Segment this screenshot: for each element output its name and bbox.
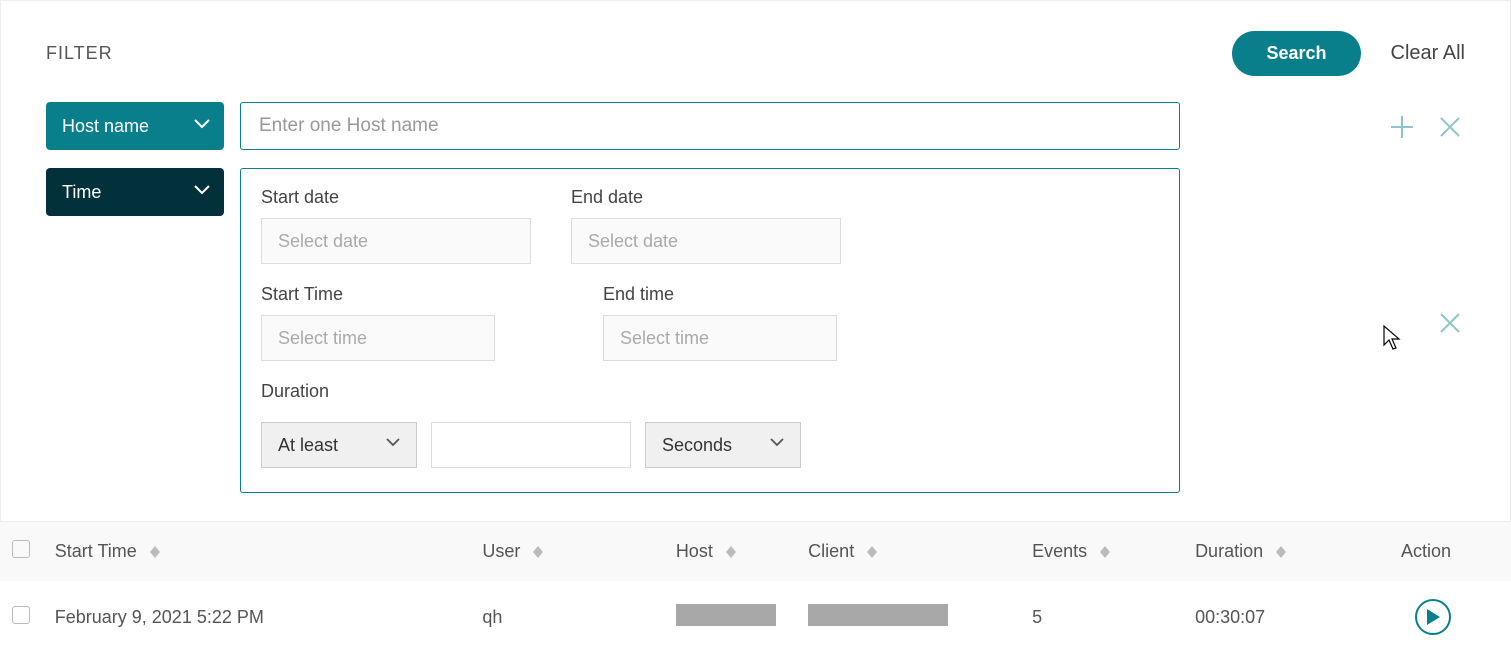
sort-icon [533, 546, 543, 558]
col-header-start-time[interactable]: Start Time [43, 522, 471, 581]
cell-start-time: February 9, 2021 5:22 PM [43, 581, 471, 653]
chevron-down-icon [770, 438, 784, 452]
chevron-down-icon [386, 438, 400, 452]
cell-user: qh [470, 581, 663, 653]
end-time-input[interactable] [603, 315, 837, 361]
filter-title: FILTER [46, 43, 113, 64]
end-date-input[interactable] [571, 218, 841, 264]
remove-filter-icon[interactable] [1435, 308, 1465, 338]
col-header-host[interactable]: Host [664, 522, 796, 581]
end-date-group: End date [571, 187, 841, 264]
filter-type-label: Host name [62, 116, 149, 137]
col-label: Start Time [55, 541, 137, 561]
hostname-input[interactable] [240, 102, 1180, 150]
col-label: Events [1032, 541, 1087, 561]
redacted-client [808, 604, 948, 626]
add-filter-icon[interactable] [1387, 112, 1417, 142]
date-row: Start date End date [261, 187, 1159, 264]
row-actions-time [1435, 168, 1465, 338]
sort-icon [867, 546, 877, 558]
filter-type-dropdown-time[interactable]: Time [46, 168, 224, 216]
duration-operator-select[interactable]: At least [261, 422, 417, 468]
col-label: User [482, 541, 520, 561]
sort-icon [150, 546, 160, 558]
results-table-wrap: Start Time User Host [0, 522, 1511, 653]
end-time-group: End time [603, 284, 837, 361]
start-time-group: Start Time [261, 284, 495, 361]
chevron-down-icon [194, 185, 208, 199]
filter-body-hostname [240, 102, 1180, 150]
end-time-label: End time [603, 284, 837, 305]
filter-panel: FILTER Search Clear All Host name T [0, 0, 1511, 522]
select-all-checkbox[interactable] [12, 540, 30, 558]
cell-action [1387, 581, 1511, 653]
col-label: Action [1401, 541, 1451, 561]
col-header-client[interactable]: Client [796, 522, 1020, 581]
redacted-host [676, 604, 776, 626]
col-header-user[interactable]: User [470, 522, 663, 581]
table-row: February 9, 2021 5:22 PM qh 5 00:30:07 [0, 581, 1511, 653]
col-label: Duration [1195, 541, 1263, 561]
duration-group: Duration At least Seconds [261, 381, 1159, 468]
cell-duration[interactable]: 00:30:07 [1183, 581, 1387, 653]
start-date-label: Start date [261, 187, 531, 208]
col-header-action: Action [1387, 522, 1511, 581]
row-actions-hostname [1387, 102, 1465, 142]
start-date-input[interactable] [261, 218, 531, 264]
duration-unit-select[interactable]: Seconds [645, 422, 801, 468]
sort-icon [726, 546, 736, 558]
sort-icon [1276, 546, 1286, 558]
filter-row-time: Time Start date End date Start Time [46, 168, 1465, 493]
results-table: Start Time User Host [0, 522, 1511, 653]
col-header-duration[interactable]: Duration [1183, 522, 1387, 581]
col-label: Client [808, 541, 854, 561]
end-date-label: End date [571, 187, 841, 208]
filter-header: FILTER Search Clear All [46, 31, 1465, 76]
cell-events: 5 [1020, 581, 1183, 653]
chevron-down-icon [194, 119, 208, 133]
col-header-events[interactable]: Events [1020, 522, 1183, 581]
filter-type-label: Time [62, 182, 101, 203]
filter-body-time: Start date End date Start Time End time [240, 168, 1180, 493]
clear-all-link[interactable]: Clear All [1391, 42, 1465, 65]
play-button[interactable] [1415, 599, 1451, 635]
remove-filter-icon[interactable] [1435, 112, 1465, 142]
cell-host [664, 581, 796, 653]
cell-client [796, 581, 1020, 653]
duration-value-input[interactable] [431, 422, 631, 468]
row-checkbox[interactable] [12, 606, 30, 624]
col-label: Host [676, 541, 713, 561]
time-row: Start Time End time [261, 284, 1159, 361]
filter-row-hostname: Host name [46, 102, 1465, 150]
start-time-label: Start Time [261, 284, 495, 305]
start-date-group: Start date [261, 187, 531, 264]
duration-label: Duration [261, 381, 1159, 402]
filter-type-dropdown-hostname[interactable]: Host name [46, 102, 224, 150]
header-actions: Search Clear All [1232, 31, 1465, 76]
table-header-row: Start Time User Host [0, 522, 1511, 581]
duration-row: At least Seconds [261, 422, 1159, 468]
search-button[interactable]: Search [1232, 31, 1360, 76]
col-checkbox [0, 522, 43, 581]
start-time-input[interactable] [261, 315, 495, 361]
duration-unit-value: Seconds [662, 435, 732, 456]
sort-icon [1100, 546, 1110, 558]
duration-operator-value: At least [278, 435, 338, 456]
